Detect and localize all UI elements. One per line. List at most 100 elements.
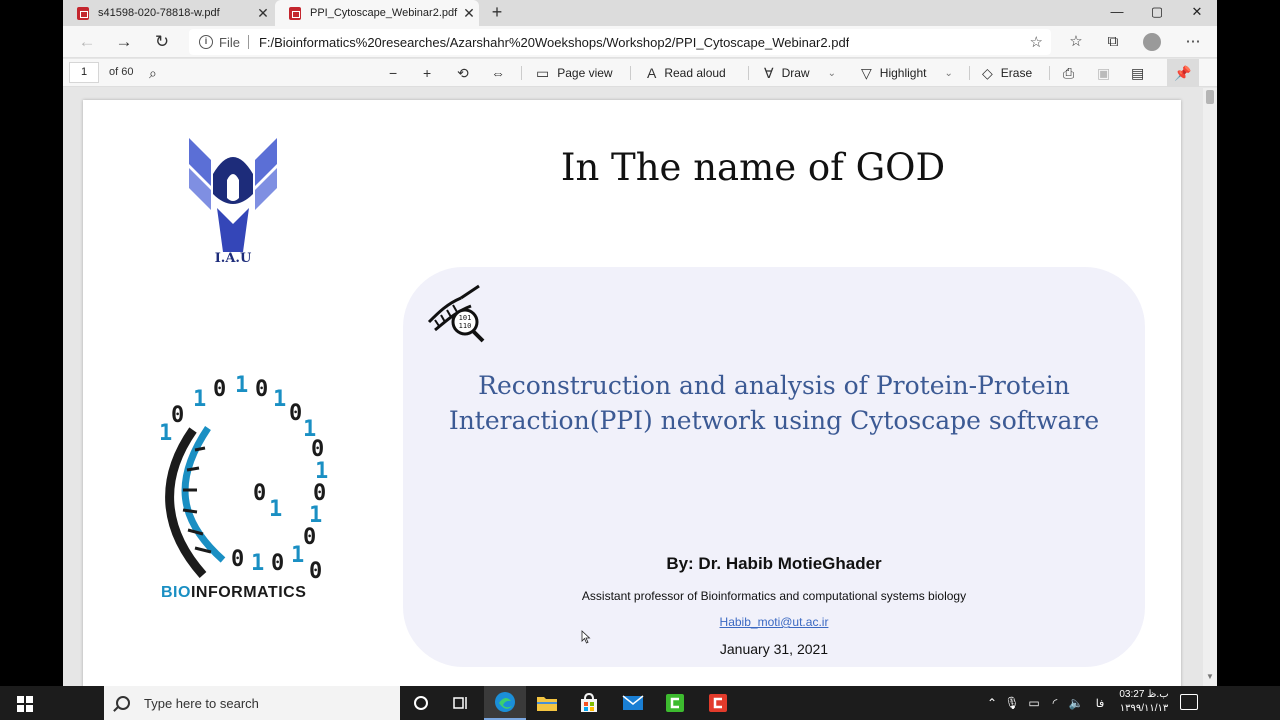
author: By: Dr. Habib MotieGhader — [666, 554, 882, 573]
volume-tray-icon[interactable]: 🔈 — [1067, 686, 1085, 720]
forward-button[interactable]: → — [112, 30, 136, 54]
taskbar-search-box[interactable]: Type here to search — [104, 686, 400, 720]
erase-button[interactable]: ◇ Erase — [982, 59, 1032, 87]
notification-center-icon[interactable] — [1180, 694, 1198, 710]
find-button[interactable]: ⌕ — [149, 59, 157, 87]
favorites-icon[interactable]: ☆ — [1064, 30, 1088, 54]
svg-text:0: 0 — [253, 481, 266, 506]
page-number-input[interactable]: 1 — [69, 62, 99, 83]
tab-inactive[interactable]: s41598-020-78818-w.pdf ✕ — [63, 0, 273, 26]
chevron-up-icon: ⌃ — [986, 696, 998, 710]
microphone-tray-icon[interactable]: 🎙 — [1004, 686, 1020, 720]
vertical-scrollbar[interactable]: ▼ — [1203, 88, 1217, 686]
page-view-button[interactable]: ▭ Page view — [536, 59, 613, 87]
task-view-icon — [453, 697, 467, 709]
toolbar-divider — [1049, 66, 1050, 80]
profile-avatar[interactable] — [1143, 33, 1161, 51]
pdf-file-icon — [77, 6, 89, 20]
wifi-tray-icon[interactable]: ◜ — [1046, 686, 1064, 720]
print-button[interactable]: ⎙ — [1063, 59, 1074, 87]
zoom-out-button[interactable]: − — [389, 59, 397, 87]
tab-active[interactable]: PPI_Cytoscape_Webinar2.pdf ✕ — [275, 0, 479, 26]
cortana-button[interactable] — [400, 686, 442, 720]
chevron-down-icon[interactable]: ⌄ — [828, 68, 836, 79]
camtasia-green-icon — [666, 694, 684, 712]
dna-search-icon: 101 110 — [427, 284, 485, 343]
title-line-2: Interaction(PPI) network using Cytoscape… — [448, 406, 1100, 435]
highlighter-icon: ▽ — [861, 64, 872, 81]
document-viewport: I.A.U In The name of GOD 0 1 0 1 0 1 0 1… — [63, 88, 1217, 686]
highlight-button[interactable]: ▽ Highlight ⌄ — [861, 59, 953, 87]
svg-text:1: 1 — [235, 373, 248, 398]
back-button[interactable]: ← — [75, 30, 99, 54]
minimize-button[interactable]: — — [1097, 0, 1137, 26]
fit-page-button[interactable]: ⇔ — [491, 59, 505, 87]
zoom-in-button[interactable]: + — [423, 59, 431, 87]
close-tab-icon[interactable]: ✕ — [253, 5, 273, 22]
draw-label: Draw — [781, 66, 810, 80]
scroll-down-arrow[interactable]: ▼ — [1206, 672, 1214, 681]
presentation-title: Reconstruction and analysis of Protein-P… — [403, 368, 1145, 438]
maximize-button[interactable]: ▢ — [1137, 0, 1177, 26]
read-aloud-button[interactable]: A Read aloud — [647, 59, 726, 87]
bioinformatics-logo: 0 1 0 1 0 1 0 1 0 1 0 1 0 1 0 1 0 0 1 0 … — [159, 373, 328, 584]
minus-icon: − — [389, 65, 398, 81]
taskbar-file-explorer[interactable] — [526, 686, 568, 720]
svg-text:1: 1 — [159, 421, 172, 446]
address-separator — [247, 35, 249, 49]
pin-toolbar-button[interactable]: 📌 — [1167, 59, 1199, 87]
close-window-button[interactable]: ✕ — [1177, 0, 1217, 26]
save-button[interactable]: ▣ — [1097, 59, 1110, 87]
pin-icon: 📌 — [1174, 65, 1192, 81]
chevron-down-icon[interactable]: ⌄ — [944, 68, 952, 79]
address-url[interactable]: F:/Bioinformatics%20researches/Azarshahr… — [259, 35, 849, 50]
svg-text:0: 0 — [213, 377, 226, 402]
collections-icon[interactable]: ⧉ — [1101, 30, 1125, 54]
page-view-label: Page view — [557, 66, 613, 80]
taskbar-clock[interactable]: 03:27 ب.ظ ۱۳۹۹/۱۱/۱۳ — [1112, 688, 1176, 716]
info-icon[interactable]: i — [199, 35, 213, 49]
search-icon: ⌕ — [149, 64, 157, 81]
taskbar-camtasia-green[interactable] — [654, 686, 696, 720]
task-view-button[interactable] — [440, 686, 482, 720]
plus-icon: + — [423, 65, 432, 81]
draw-button[interactable]: ∀ Draw ⌄ — [764, 59, 836, 87]
fit-width-icon: ⇔ — [491, 65, 505, 81]
settings-more-icon[interactable]: ⋯ — [1181, 30, 1205, 54]
print-icon: ⎙ — [1063, 64, 1075, 81]
mouse-cursor-icon — [581, 630, 591, 644]
bioinformatics-label-prefix: BIO — [161, 584, 191, 601]
language-indicator[interactable]: فا — [1092, 686, 1108, 720]
rotate-button[interactable]: ⟲ — [457, 59, 469, 87]
email-link[interactable]: Habib_moti@ut.ac.ir — [403, 615, 1145, 629]
dna-icon-text-bottom: 110 — [459, 322, 472, 330]
page-count: of 60 — [109, 66, 134, 78]
show-hidden-icons-button[interactable]: ⌃ — [984, 686, 1000, 720]
taskbar-store[interactable] — [568, 686, 610, 720]
battery-tray-icon[interactable]: ▭ — [1025, 686, 1043, 720]
scrollbar-thumb[interactable] — [1206, 90, 1214, 104]
svg-text:0: 0 — [303, 525, 316, 550]
pdf-toolbar: 1 of 60 ⌕ − + ⟲ ⇔ ▭ Page view A Read alo… — [63, 59, 1217, 87]
svg-text:1: 1 — [273, 387, 286, 412]
windows-start-button[interactable] — [0, 686, 50, 720]
save-as-button[interactable]: ▤ — [1131, 59, 1144, 87]
pdf-file-icon — [289, 6, 301, 20]
svg-text:1: 1 — [251, 551, 264, 576]
taskbar-camtasia-red[interactable] — [697, 686, 739, 720]
address-scheme: File — [219, 34, 240, 50]
camtasia-red-icon — [709, 694, 727, 712]
refresh-button[interactable]: ↻ — [150, 30, 174, 54]
clock-date: ۱۳۹۹/۱۱/۱۳ — [1119, 703, 1169, 714]
new-tab-button[interactable]: + — [487, 2, 507, 24]
taskbar-edge-app[interactable] — [484, 686, 526, 720]
add-favorite-icon[interactable]: ☆ — [1030, 33, 1043, 51]
save-as-icon: ▤ — [1131, 64, 1145, 81]
browser-window: s41598-020-78818-w.pdf ✕ PPI_Cytoscape_W… — [63, 0, 1217, 686]
address-bar[interactable]: i File F:/Bioinformatics%20researches/Az… — [189, 29, 1051, 55]
folder-icon — [537, 697, 557, 711]
close-tab-icon[interactable]: ✕ — [459, 5, 479, 22]
svg-text:0: 0 — [231, 547, 244, 572]
taskbar-mail[interactable] — [612, 686, 654, 720]
tab-title: PPI_Cytoscape_Webinar2.pdf — [310, 7, 458, 19]
